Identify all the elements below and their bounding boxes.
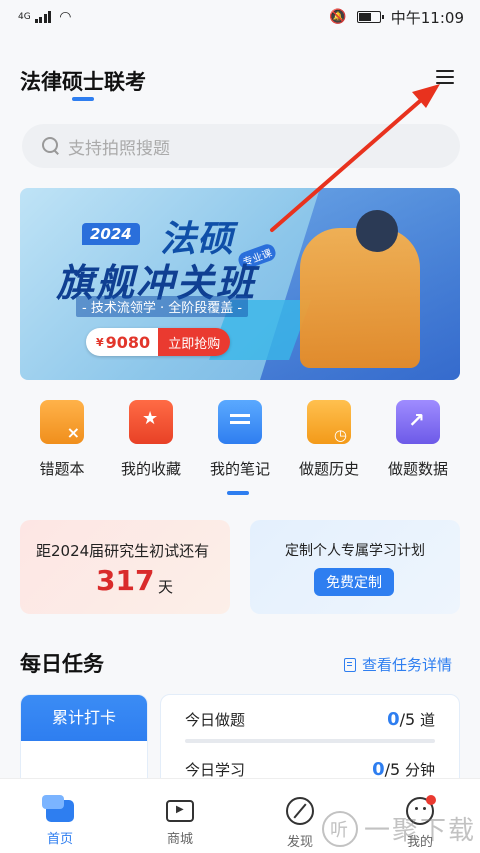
battery-icon (356, 11, 384, 23)
nav-store[interactable]: 商城 (120, 779, 240, 853)
mute-icon: 🔕 (329, 9, 347, 25)
task-details-link[interactable]: 查看任务详情 (343, 654, 452, 675)
task-label: 今日学习 (185, 760, 246, 779)
wifi-icon: ◠ (59, 9, 72, 25)
countdown-text: 距2024届研究生初试还有 (36, 542, 210, 560)
task-unit: 分钟 (404, 760, 435, 779)
document-icon (343, 657, 356, 672)
app-header: 法律硕士联考 (0, 56, 480, 106)
data-icon (396, 400, 440, 444)
exam-countdown-card[interactable]: 距2024届研究生初试还有 317 天 (20, 520, 230, 614)
shortcut-label: 错题本 (39, 460, 85, 478)
notification-dot (426, 795, 436, 805)
study-plan-card[interactable]: 定制个人专属学习计划 免费定制 (250, 520, 460, 614)
watermark-text: 一聚下载 (364, 816, 477, 846)
task-row: 今日做题 0/5 道 (185, 707, 435, 731)
buy-now-button[interactable]: 立即抢购 (158, 328, 231, 356)
menu-icon[interactable] (436, 68, 454, 86)
search-bar[interactable]: 支持拍照搜题 (22, 124, 460, 168)
shortcut-notes[interactable]: 我的笔记 (198, 400, 282, 496)
task-done: 0 (372, 758, 385, 780)
nav-label: 首页 (46, 832, 73, 847)
notes-icon (218, 400, 262, 444)
nav-home[interactable]: 首页 (0, 779, 120, 853)
price-symbol: ¥ (96, 335, 104, 349)
daily-task-title: 每日任务 (20, 652, 104, 676)
store-icon (166, 800, 194, 822)
search-icon (42, 137, 60, 155)
discover-icon (286, 797, 314, 825)
task-value: 0/5 道 (387, 709, 435, 730)
task-unit: 道 (419, 710, 435, 729)
status-right: 🔕 中午11:09 (329, 7, 464, 28)
banner-character-head (356, 210, 398, 252)
shortcut-history[interactable]: 做题历史 (287, 400, 371, 496)
banner-subtitle: - 技术流领学 · 全阶段覆盖 - (76, 296, 249, 317)
shortcut-grid: 错题本 我的收藏 我的笔记 做题历史 做题数据 (20, 400, 460, 496)
shortcut-label: 我的收藏 (120, 460, 181, 478)
task-label: 今日做题 (185, 710, 246, 729)
status-left: 4G ◠ (18, 9, 71, 25)
task-total: /5 (384, 759, 401, 779)
shortcut-label: 我的笔记 (209, 460, 270, 478)
shortcut-data[interactable]: 做题数据 (376, 400, 460, 496)
checkin-label: 累计打卡 (21, 695, 147, 741)
network-type: 4G (18, 12, 31, 22)
shortcut-label: 做题数据 (387, 460, 448, 478)
nav-label: 发现 (286, 835, 313, 850)
search-placeholder: 支持拍照搜题 (68, 138, 170, 159)
task-progress-bar (185, 739, 435, 743)
banner-character-illustration (300, 228, 420, 368)
task-done: 0 (387, 708, 400, 730)
nav-label: 商城 (166, 832, 193, 847)
shortcut-page-indicator (227, 491, 249, 495)
promo-banner[interactable]: 2024 法硕 专业课 旗舰冲关班 - 技术流领学 · 全阶段覆盖 - ¥ 90… (20, 188, 460, 380)
status-time: 中午11:09 (390, 8, 464, 27)
error-book-icon (40, 400, 84, 444)
title-underline (72, 97, 94, 101)
countdown-days: 317 (96, 564, 155, 597)
shortcut-label: 做题历史 (298, 460, 359, 478)
home-icon (42, 795, 74, 822)
watermark-logo-icon: 听 (322, 810, 358, 847)
shortcut-favorites[interactable]: 我的收藏 (109, 400, 193, 496)
page-title[interactable]: 法律硕士联考 (20, 66, 146, 96)
watermark: 听 一聚下载 (322, 810, 476, 847)
favorites-icon (129, 400, 173, 444)
shortcut-error-book[interactable]: 错题本 (20, 400, 104, 496)
banner-price: ¥ 9080 (86, 328, 159, 356)
history-icon (307, 400, 351, 444)
free-customize-button[interactable]: 免费定制 (314, 568, 394, 596)
signal-icon (34, 11, 52, 23)
banner-year: 2024 (82, 223, 140, 245)
plan-text: 定制个人专属学习计划 (285, 543, 425, 559)
task-value: 0/5 分钟 (372, 759, 435, 780)
task-details-label: 查看任务详情 (361, 656, 452, 674)
banner-cta[interactable]: ¥ 9080 立即抢购 (86, 328, 231, 356)
status-bar: 4G ◠ 🔕 中午11:09 (0, 0, 480, 34)
price-value: 9080 (105, 332, 151, 352)
task-total: /5 (399, 709, 416, 729)
countdown-unit: 天 (158, 578, 174, 596)
